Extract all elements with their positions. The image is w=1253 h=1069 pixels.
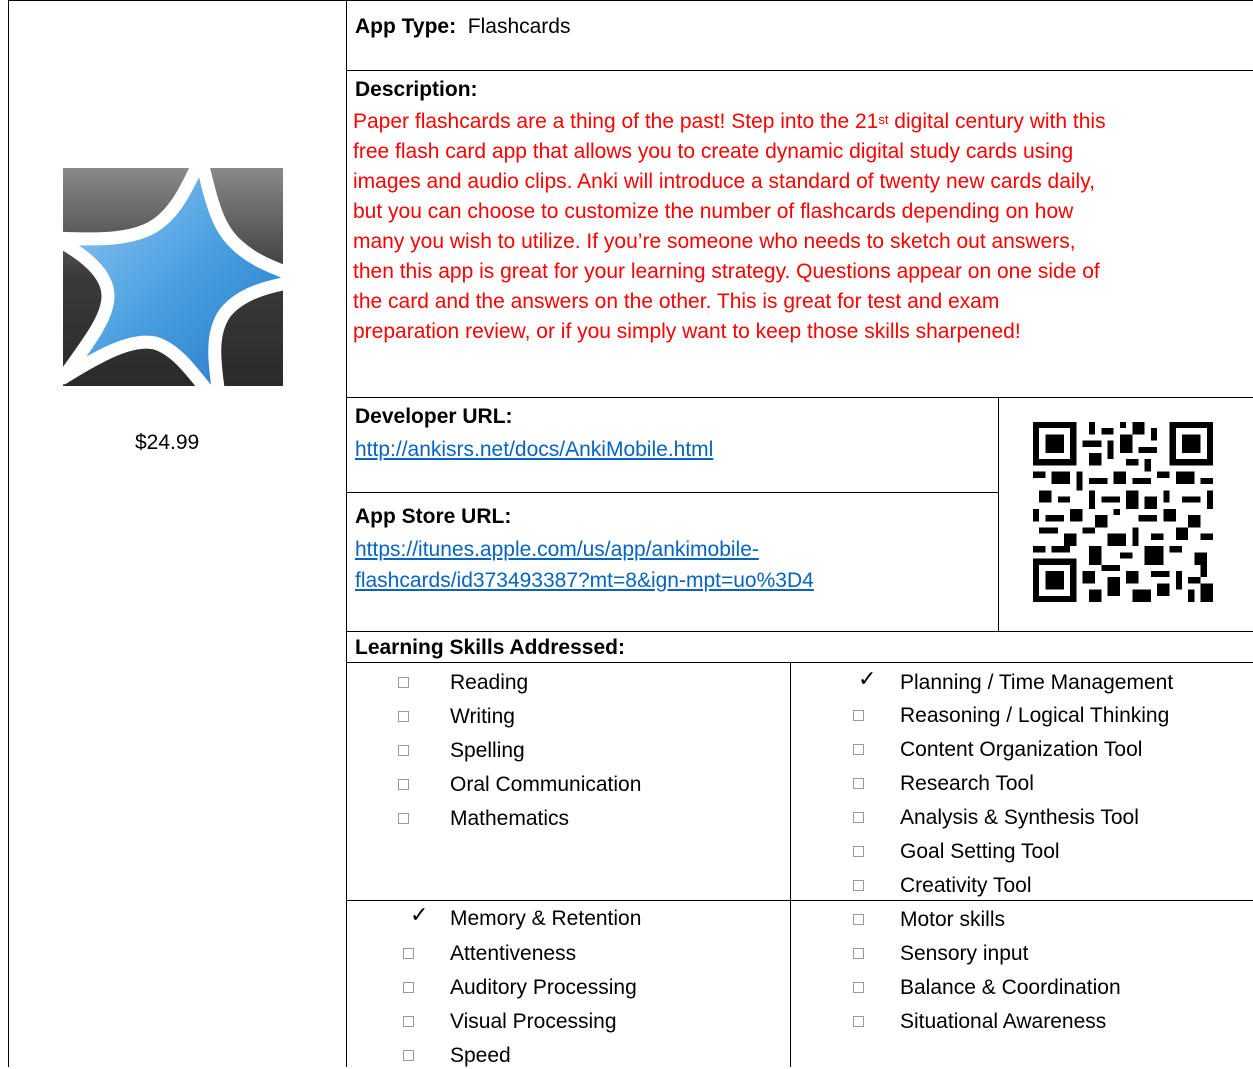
checkbox[interactable] <box>853 812 864 823</box>
checkbox[interactable] <box>853 982 864 993</box>
checkbox[interactable] <box>398 813 409 824</box>
skill-research-tool: Research Tool <box>900 772 1034 795</box>
skill-content-organization: Content Organization Tool <box>900 738 1143 761</box>
skill-reasoning: Reasoning / Logical Thinking <box>900 704 1170 727</box>
developer-url-label: Developer URL: <box>355 405 513 428</box>
skill-spelling: Spelling <box>450 739 525 762</box>
skill-visual-processing: Visual Processing <box>450 1010 617 1033</box>
skill-sensory-input: Sensory input <box>900 942 1029 965</box>
app-store-url-link-line-1[interactable]: https://itunes.apple.com/us/app/ankimobi… <box>355 536 759 563</box>
skill-reading: Reading <box>450 671 529 694</box>
checkmark-icon[interactable]: ✓ <box>858 669 876 691</box>
checkbox[interactable] <box>403 982 414 993</box>
skill-motor-skills: Motor skills <box>900 908 1006 931</box>
description-line-8: preparation review, or if you simply wan… <box>353 320 1021 343</box>
skill-analysis-synthesis: Analysis & Synthesis Tool <box>900 806 1139 829</box>
skills-row-divider <box>346 900 1253 901</box>
checkbox[interactable] <box>398 745 409 756</box>
description-line-2: free flash card app that allows you to c… <box>353 140 1074 163</box>
skill-auditory-processing: Auditory Processing <box>450 976 637 999</box>
description-line-5: many you wish to utilize. If you’re some… <box>353 230 1076 253</box>
checkbox[interactable] <box>398 677 409 688</box>
checkbox[interactable] <box>853 880 864 891</box>
anki-star-logo-icon <box>63 168 283 386</box>
skills-column-divider <box>790 662 791 1067</box>
column-divider <box>346 0 347 1067</box>
skill-speed: Speed <box>450 1044 511 1067</box>
skill-creativity: Creativity Tool <box>900 874 1032 897</box>
checkbox[interactable] <box>853 710 864 721</box>
checkbox[interactable] <box>853 778 864 789</box>
app-store-url-link-line-2[interactable]: flashcards/id373493387?mt=8&ign-mpt=uo%3… <box>355 567 814 594</box>
checkbox[interactable] <box>403 948 414 959</box>
table-left-border <box>8 0 9 1067</box>
checkbox[interactable] <box>403 1050 414 1061</box>
skill-memory-retention: Memory & Retention <box>450 907 642 930</box>
row-divider-developer <box>346 492 998 493</box>
table-top-border <box>8 0 1253 1</box>
checkmark-icon[interactable]: ✓ <box>410 905 428 927</box>
row-divider-app-type <box>346 70 1253 71</box>
checkbox[interactable] <box>398 711 409 722</box>
app-type-label: App Type: <box>355 15 457 38</box>
description-line-4: but you can choose to customize the numb… <box>353 200 1074 223</box>
checkbox[interactable] <box>853 1016 864 1027</box>
checkbox[interactable] <box>403 1016 414 1027</box>
skill-balance-coordination: Balance & Coordination <box>900 976 1121 999</box>
checkbox[interactable] <box>853 744 864 755</box>
learning-skills-label: Learning Skills Addressed: <box>355 636 625 659</box>
row-divider-urls <box>346 631 1253 632</box>
app-type-value: Flashcards <box>467 15 571 38</box>
description-line-1: Paper flashcards are a thing of the past… <box>353 110 1106 133</box>
checkbox[interactable] <box>853 914 864 925</box>
skill-attentiveness: Attentiveness <box>450 942 577 965</box>
skill-goal-setting: Goal Setting Tool <box>900 840 1060 863</box>
skill-planning: Planning / Time Management <box>900 671 1174 694</box>
qr-code-icon <box>1033 422 1213 602</box>
app-store-url-label: App Store URL: <box>355 505 512 528</box>
skill-mathematics: Mathematics <box>450 807 570 830</box>
skill-writing: Writing <box>450 705 515 728</box>
developer-url-link[interactable]: http://ankisrs.net/docs/AnkiMobile.html <box>355 436 713 463</box>
checkbox[interactable] <box>853 846 864 857</box>
description-line-7: the card and the answers on the other. T… <box>353 290 1000 313</box>
skill-oral-communication: Oral Communication <box>450 773 642 796</box>
row-divider-description <box>346 397 1253 398</box>
description-line-6: then this app is great for your learning… <box>353 260 1100 283</box>
price: $24.99 <box>135 431 200 454</box>
row-divider-skills-label <box>346 662 1253 663</box>
skill-situational-awareness: Situational Awareness <box>900 1010 1107 1033</box>
description-text: Paper flashcards are a thing of the past… <box>353 107 1248 347</box>
app-type-row: App Type: Flashcards <box>355 13 570 40</box>
description-line-3: images and audio clips. Anki will introd… <box>353 170 1096 193</box>
qr-divider <box>998 397 999 631</box>
checkbox[interactable] <box>398 779 409 790</box>
checkbox[interactable] <box>853 948 864 959</box>
description-label: Description: <box>355 78 478 101</box>
